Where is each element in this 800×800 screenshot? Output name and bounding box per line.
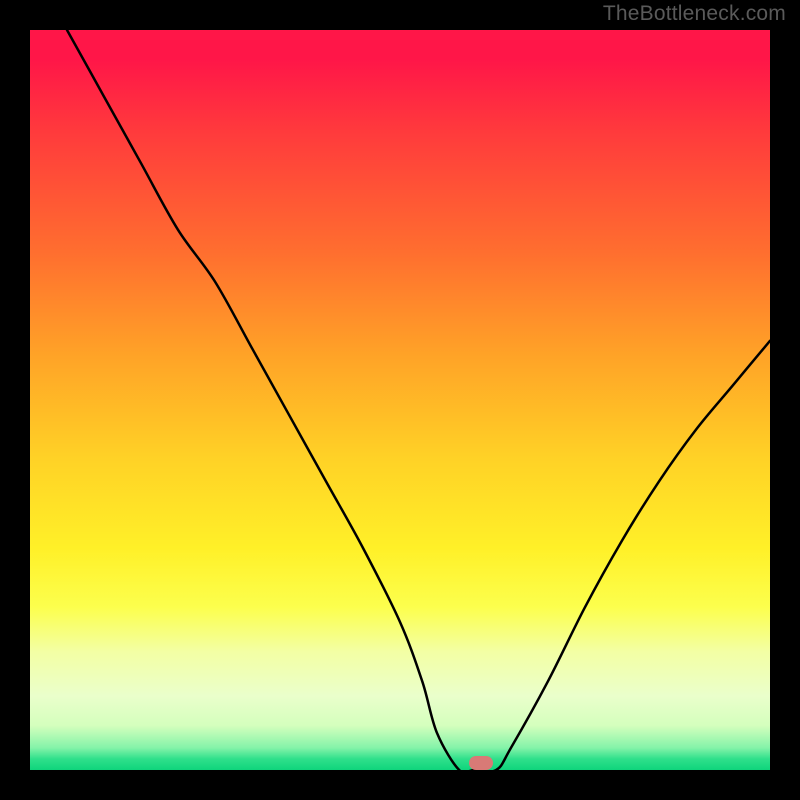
chart-frame: TheBottleneck.com [0, 0, 800, 800]
attribution-text: TheBottleneck.com [603, 2, 786, 26]
plot-area [30, 30, 770, 770]
optimal-marker [469, 756, 493, 770]
bottleneck-curve [30, 30, 770, 770]
